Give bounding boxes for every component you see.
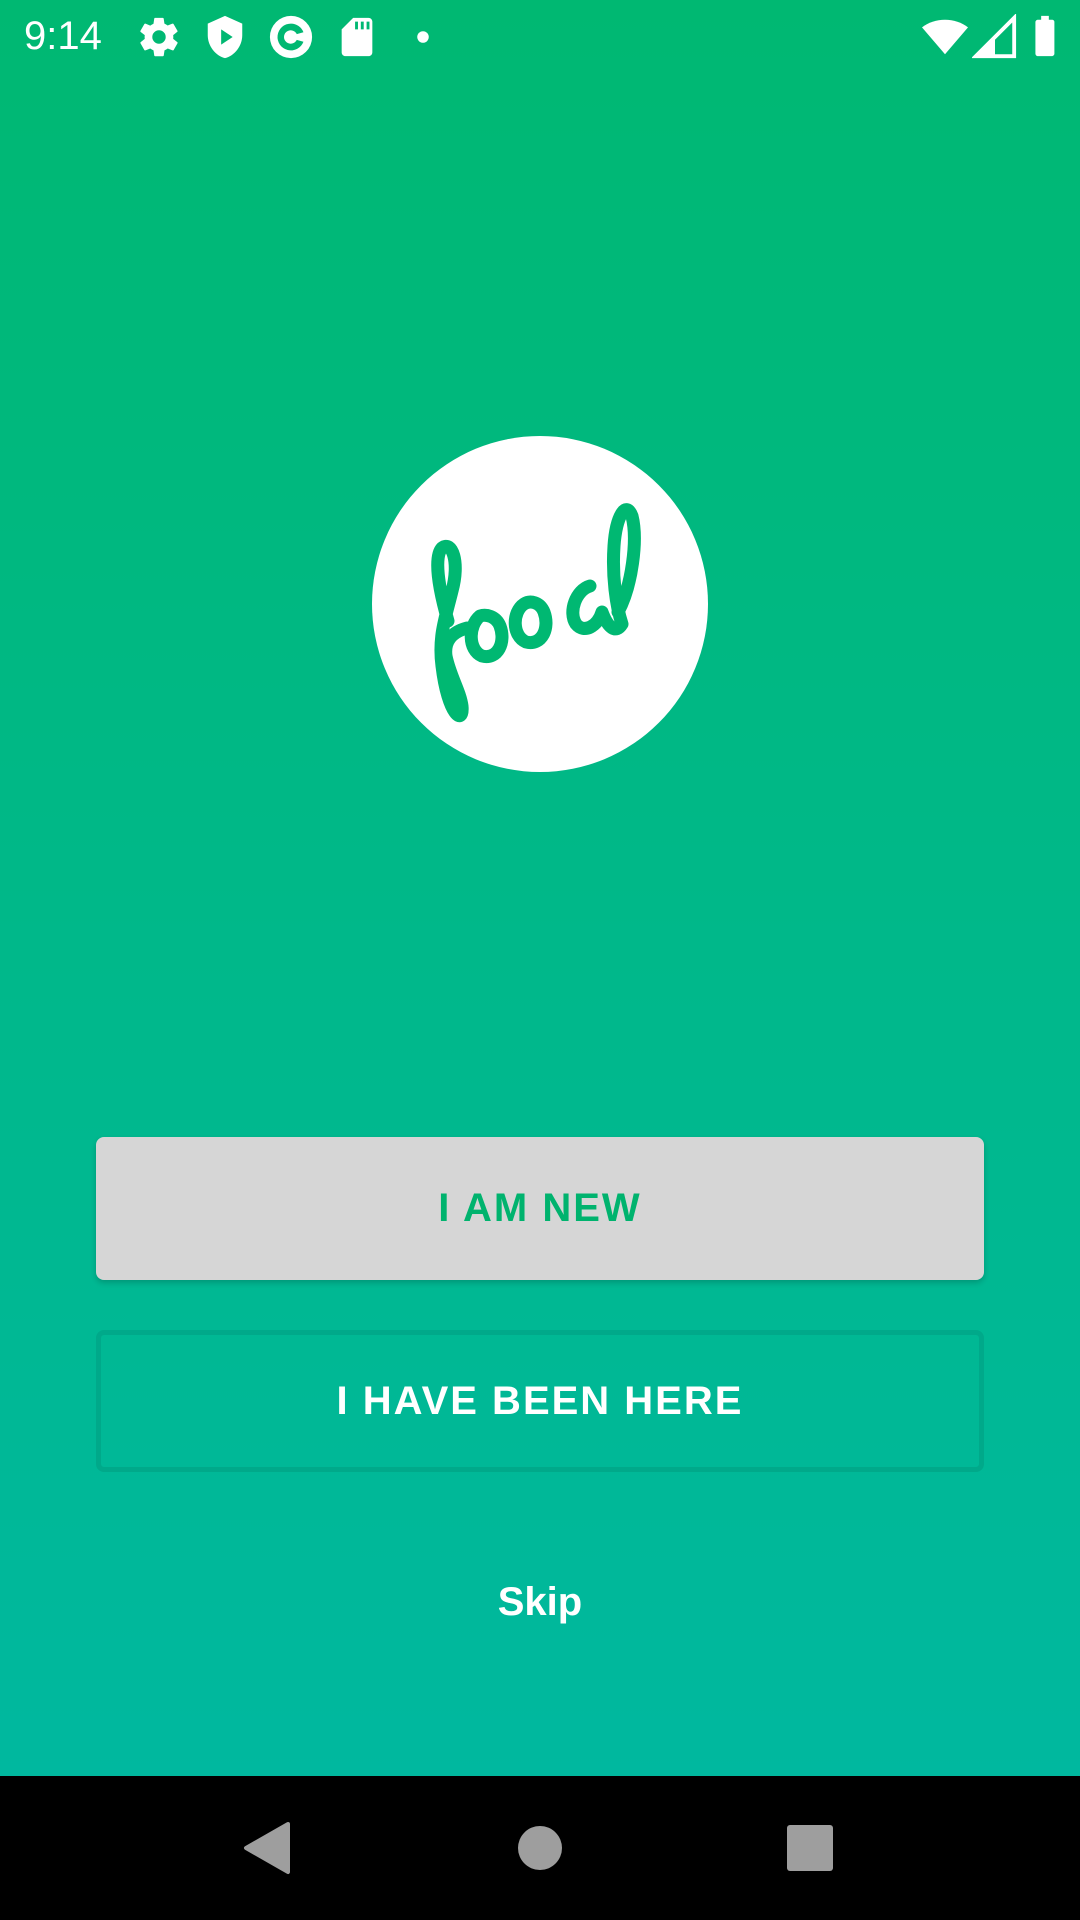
navigation-bar — [0, 1776, 1080, 1920]
battery-icon — [1022, 14, 1068, 60]
food-logo — [372, 436, 708, 772]
sd-card-icon — [334, 14, 380, 60]
i-have-been-here-label: I HAVE BEEN HERE — [336, 1378, 744, 1423]
shield-play-icon — [202, 14, 248, 60]
status-time: 9:14 — [24, 14, 102, 58]
skip-link[interactable]: Skip — [440, 1572, 640, 1632]
home-icon[interactable] — [510, 1818, 570, 1878]
i-have-been-here-button[interactable]: I HAVE BEEN HERE — [96, 1330, 984, 1472]
wifi-icon — [922, 14, 968, 60]
dot-icon — [400, 14, 446, 60]
signal-icon — [972, 14, 1018, 60]
back-icon[interactable] — [238, 1818, 298, 1878]
circle-app-icon — [268, 14, 314, 60]
i-am-new-button[interactable]: I AM NEW — [96, 1137, 984, 1280]
status-bar: 9:14 — [0, 0, 1080, 72]
recents-icon[interactable] — [780, 1818, 840, 1878]
i-am-new-label: I AM NEW — [438, 1186, 642, 1230]
app-background — [0, 0, 1080, 1776]
screen: 9:14 I AM NEW I HAVE BEEN HERE Skip — [0, 0, 1080, 1920]
gear-icon — [136, 14, 182, 60]
